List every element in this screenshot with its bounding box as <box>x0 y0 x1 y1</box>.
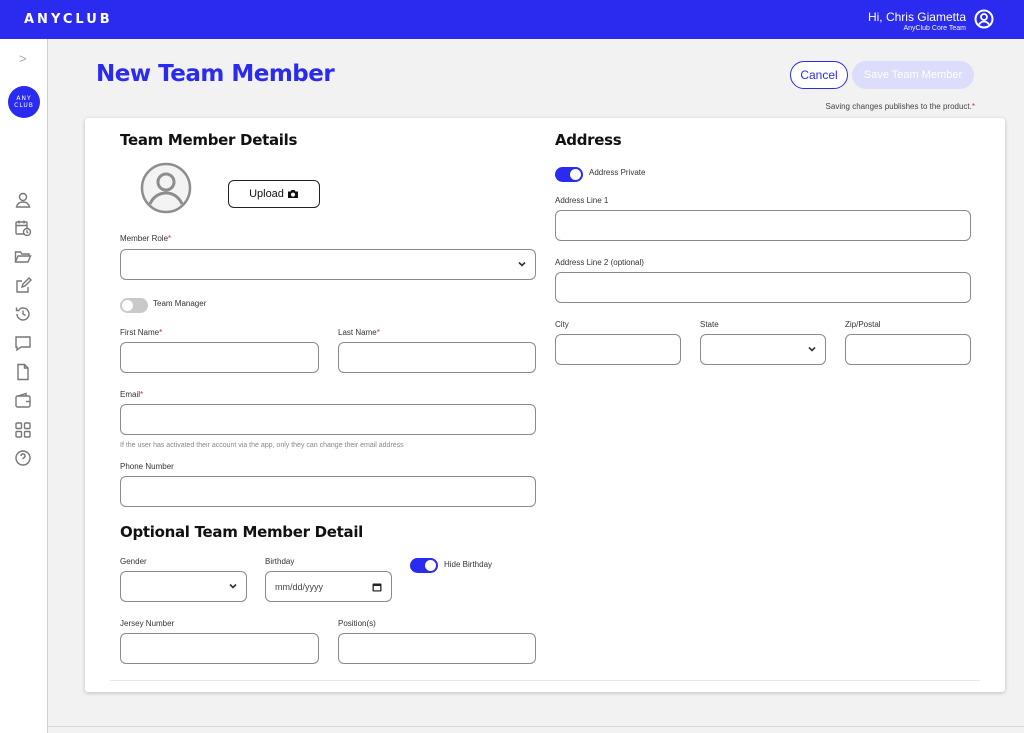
last-name-label-text: Last Name <box>338 328 377 337</box>
brand-logo[interactable]: ANYCLUB <box>24 12 113 27</box>
hide-birthday-label: Hide Birthday <box>444 560 493 569</box>
city-label: City <box>555 320 569 329</box>
section-title-optional: Optional Team Member Detail <box>120 523 364 541</box>
required-mark: * <box>168 234 172 243</box>
first-name-input[interactable] <box>120 342 319 373</box>
birthday-input[interactable]: mm/dd/yyyy <box>265 571 392 602</box>
positions-label: Position(s) <box>338 619 376 628</box>
birthday-placeholder: mm/dd/yyyy <box>275 581 324 592</box>
jersey-number-label: Jersey Number <box>120 619 175 628</box>
chat-icon[interactable] <box>14 334 32 352</box>
top-bar: ANYCLUB Hi, Chris Giametta AnyClub Core … <box>0 0 1024 39</box>
email-label-text: Email <box>120 390 141 399</box>
sidebar: > ANY CLUB <box>0 39 48 733</box>
sidebar-expand-icon[interactable]: > <box>19 51 27 66</box>
edit-icon[interactable] <box>14 277 32 295</box>
last-name-input[interactable] <box>338 342 536 373</box>
wallet-icon[interactable] <box>14 392 32 410</box>
avatar-placeholder-icon <box>140 162 192 214</box>
phone-input[interactable] <box>120 476 536 507</box>
user-account-icon[interactable] <box>974 9 994 29</box>
address-line1-label: Address Line 1 <box>555 196 609 205</box>
city-input[interactable] <box>555 334 681 365</box>
email-label: Email* <box>120 390 143 399</box>
birthday-label: Birthday <box>265 557 295 566</box>
gender-select[interactable] <box>120 571 247 602</box>
state-label: State <box>700 320 719 329</box>
required-mark: * <box>971 102 975 111</box>
jersey-number-input[interactable] <box>120 633 319 664</box>
user-menu[interactable]: Hi, Chris Giametta AnyClub Core Team <box>868 10 966 33</box>
last-name-label: Last Name* <box>338 328 380 337</box>
user-greeting: Hi, Chris Giametta <box>867 10 966 24</box>
history-icon[interactable] <box>14 305 32 323</box>
calendar-clock-icon[interactable] <box>14 219 32 237</box>
member-role-label: Member Role* <box>120 234 171 243</box>
toggle-knob <box>570 169 581 180</box>
page-title: New Team Member <box>96 61 335 87</box>
chevron-down-icon <box>229 583 237 589</box>
first-name-label-text: First Name <box>120 328 160 337</box>
email-input[interactable] <box>120 404 536 435</box>
user-team: AnyClub Core Team <box>903 25 966 32</box>
page-bottom-divider <box>48 726 1024 727</box>
team-manager-label: Team Manager <box>153 299 207 308</box>
folder-icon[interactable] <box>14 248 32 266</box>
camera-icon <box>287 190 298 198</box>
upload-photo-button[interactable]: Upload <box>228 180 320 208</box>
address-private-toggle[interactable] <box>555 167 583 182</box>
address-line2-input[interactable] <box>555 272 971 303</box>
section-title-address: Address <box>555 131 622 149</box>
positions-input[interactable] <box>338 633 536 664</box>
card-divider <box>110 680 980 681</box>
grid-icon[interactable] <box>14 421 32 439</box>
help-icon[interactable] <box>14 449 32 467</box>
chevron-down-icon <box>518 261 526 267</box>
phone-label: Phone Number <box>120 462 174 471</box>
save-team-member-button[interactable]: Save Team Member <box>852 61 974 89</box>
address-line1-input[interactable] <box>555 210 971 241</box>
save-note: Saving changes publishes to the product.… <box>760 102 975 111</box>
club-logo-line1: ANY <box>16 95 32 102</box>
zip-label: Zip/Postal <box>845 320 881 329</box>
address-line2-label: Address Line 2 (optional) <box>555 258 644 267</box>
cancel-button[interactable]: Cancel <box>790 61 848 89</box>
required-mark: * <box>376 328 380 337</box>
toggle-knob <box>425 560 436 571</box>
hide-birthday-toggle[interactable] <box>410 558 438 573</box>
document-icon[interactable] <box>14 363 32 381</box>
required-mark: * <box>140 390 144 399</box>
user-icon[interactable] <box>14 191 32 209</box>
email-help-text: If the user has activated their account … <box>120 442 404 449</box>
gender-label: Gender <box>120 557 147 566</box>
chevron-down-icon <box>808 346 816 352</box>
team-manager-toggle[interactable] <box>120 298 148 313</box>
address-private-label: Address Private <box>589 168 646 177</box>
zip-input[interactable] <box>845 334 971 365</box>
member-role-select[interactable] <box>120 249 536 280</box>
first-name-label: First Name* <box>120 328 162 337</box>
state-select[interactable] <box>700 334 826 365</box>
calendar-icon[interactable] <box>372 582 382 592</box>
save-note-text: Saving changes publishes to the product. <box>825 102 972 111</box>
club-logo[interactable]: ANY CLUB <box>8 86 40 118</box>
member-role-label-text: Member Role <box>120 234 169 243</box>
toggle-knob <box>122 300 133 311</box>
required-mark: * <box>159 328 163 337</box>
club-logo-line2: CLUB <box>14 102 34 109</box>
section-title-details: Team Member Details <box>120 131 298 149</box>
upload-label: Upload <box>249 188 284 200</box>
